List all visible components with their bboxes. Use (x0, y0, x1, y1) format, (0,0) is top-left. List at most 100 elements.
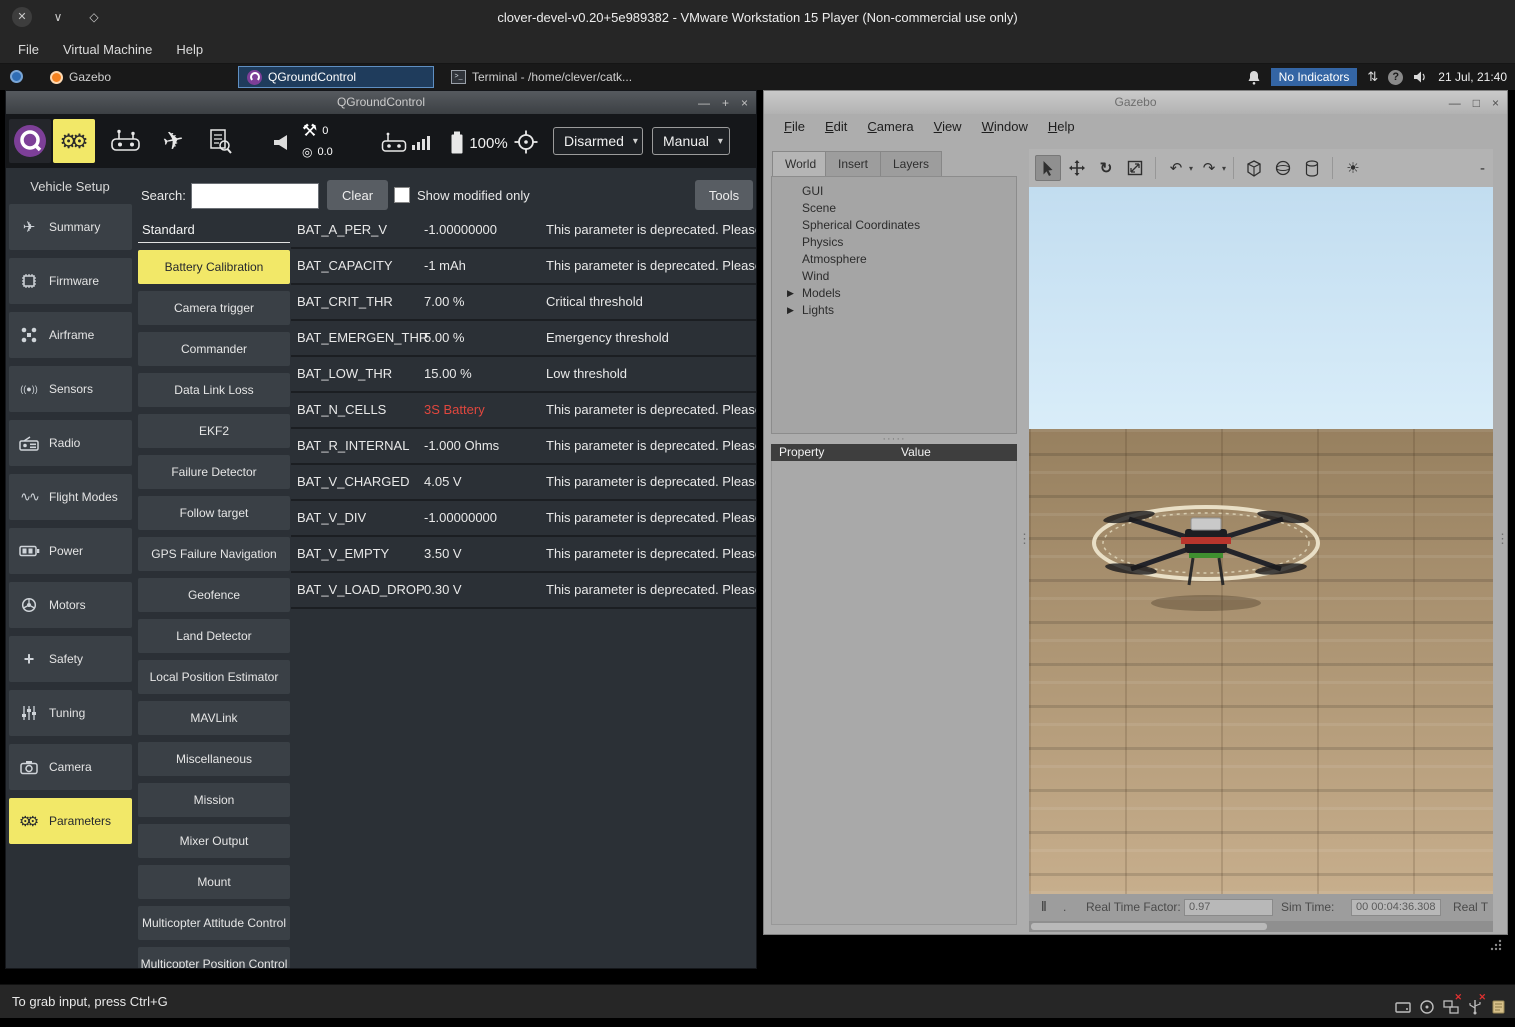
select-tool-button[interactable] (1035, 155, 1061, 181)
tree-item-spherical-coordinates[interactable]: Spherical Coordinates (772, 217, 1016, 234)
menu-camera[interactable]: Camera (857, 114, 923, 140)
insert-sphere-button[interactable] (1270, 155, 1296, 181)
param-group-data-link-loss[interactable]: Data Link Loss (138, 373, 290, 407)
param-group-miscellaneous[interactable]: Miscellaneous (138, 742, 290, 776)
tree-item-lights[interactable]: ▶Lights (772, 302, 1016, 319)
usb-icon[interactable]: ✕ (1467, 994, 1483, 1010)
param-group-camera-trigger[interactable]: Camera trigger (138, 291, 290, 325)
menu-view[interactable]: View (924, 114, 972, 140)
volume-icon[interactable] (1413, 70, 1428, 84)
gazebo-3d-viewport[interactable] (1029, 187, 1493, 894)
rc-rssi-indicator[interactable] (374, 128, 436, 158)
param-row[interactable]: BAT_R_INTERNAL -1.000 Ohms This paramete… (291, 429, 757, 465)
gazebo-titlebar[interactable]: Gazebo — □ × (764, 91, 1507, 114)
hard-disk-icon[interactable] (1395, 994, 1411, 1010)
taskbar-item-qgroundcontrol[interactable]: QGroundControl (238, 66, 434, 88)
param-row[interactable]: BAT_EMERGEN_THR 5.00 % Emergency thresho… (291, 321, 757, 357)
viewport-horizontal-scrollbar[interactable] (1029, 921, 1493, 932)
param-group-follow-target[interactable]: Follow target (138, 496, 290, 530)
armed-state-dropdown[interactable]: Disarmed ▾ (553, 127, 643, 155)
redo-button[interactable]: ↷ (1196, 155, 1222, 181)
param-group-mixer-output[interactable]: Mixer Output (138, 824, 290, 858)
sim-time-value[interactable]: 00 00:04:36.308 (1351, 899, 1441, 916)
tree-item-scene[interactable]: Scene (772, 200, 1016, 217)
param-row[interactable]: BAT_V_DIV -1.00000000 This parameter is … (291, 501, 757, 537)
param-group-geofence[interactable]: Geofence (138, 578, 290, 612)
vehicle-setup-button[interactable]: ⚙⚙ (53, 119, 95, 163)
panel-splitter[interactable]: ····· (771, 435, 1017, 443)
clear-button[interactable]: Clear (327, 180, 388, 210)
clover-drone-model[interactable] (1081, 485, 1331, 620)
pause-button[interactable]: ‖ (1041, 898, 1047, 914)
close-icon[interactable]: × (1492, 96, 1499, 110)
tree-item-wind[interactable]: Wind (772, 268, 1016, 285)
param-group-commander[interactable]: Commander (138, 332, 290, 366)
menu-window[interactable]: Window (972, 114, 1038, 140)
translate-tool-button[interactable] (1064, 155, 1090, 181)
param-row[interactable]: BAT_CAPACITY -1 mAh This parameter is de… (291, 249, 757, 285)
tree-item-models[interactable]: ▶Models (772, 285, 1016, 302)
taskbar-item-gazebo[interactable]: Gazebo (42, 66, 119, 88)
menu-edit[interactable]: Edit (815, 114, 857, 140)
tab-world[interactable]: World (772, 151, 829, 177)
tree-item-atmosphere[interactable]: Atmosphere (772, 251, 1016, 268)
redo-dropdown-caret[interactable]: ▾ (1222, 164, 1226, 173)
param-group-multicopter-attitude-control[interactable]: Multicopter Attitude Control (138, 906, 290, 940)
sidebar-item-camera[interactable]: Camera (9, 744, 132, 790)
insert-light-button[interactable]: ☀ (1340, 155, 1366, 181)
collapse-toolbar-button[interactable]: - (1480, 160, 1485, 177)
maximize-icon[interactable]: + (722, 96, 729, 110)
sidebar-item-motors[interactable]: Motors (9, 582, 132, 628)
sidebar-item-radio[interactable]: Radio (9, 420, 132, 466)
sidebar-item-parameters[interactable]: ⚙⚙ Parameters (9, 798, 132, 844)
param-group-mavlink[interactable]: MAVLink (138, 701, 290, 735)
minimize-icon[interactable]: — (698, 96, 710, 110)
expand-triangle-icon[interactable]: ▶ (787, 302, 794, 319)
resize-grip[interactable] (1489, 938, 1503, 952)
menu-file[interactable]: File (774, 114, 815, 140)
taskbar-item-terminal[interactable]: >_ Terminal - /home/clever/catk... (443, 66, 648, 88)
param-group-battery-calibration[interactable]: Battery Calibration (138, 250, 290, 284)
gps-indicator[interactable] (512, 128, 540, 156)
step-button[interactable]: . (1063, 900, 1066, 914)
param-row[interactable]: BAT_V_LOAD_DROP 0.30 V This parameter is… (291, 573, 757, 609)
menu-help[interactable]: Help (164, 36, 215, 64)
qgc-titlebar[interactable]: QGroundControl — + × (6, 91, 756, 114)
rotate-tool-button[interactable]: ↻ (1093, 155, 1119, 181)
expand-triangle-icon[interactable]: ▶ (787, 285, 794, 302)
bell-icon[interactable] (1247, 70, 1261, 85)
param-group-multicopter-position-control[interactable]: Multicopter Position Control (138, 947, 290, 969)
property-table-body[interactable] (771, 461, 1017, 925)
plan-view-button[interactable] (198, 123, 242, 159)
splitter-handle[interactable]: ⋮ (1018, 536, 1028, 542)
tab-insert[interactable]: Insert (825, 151, 881, 177)
tools-button[interactable]: Tools (695, 180, 753, 210)
close-icon[interactable]: × (741, 96, 748, 110)
clipboard-icon[interactable] (1491, 994, 1507, 1010)
flight-mode-dropdown[interactable]: Manual ▾ (652, 127, 730, 155)
clock[interactable]: 21 Jul, 21:40 (1438, 70, 1507, 84)
scale-tool-button[interactable] (1122, 155, 1148, 181)
no-indicators-badge[interactable]: No Indicators (1271, 68, 1358, 86)
tree-item-physics[interactable]: Physics (772, 234, 1016, 251)
param-group-gps-failure-navigation[interactable]: GPS Failure Navigation (138, 537, 290, 571)
param-row[interactable]: BAT_LOW_THR 15.00 % Low threshold (291, 357, 757, 393)
minimize-icon[interactable]: — (1449, 96, 1461, 110)
scrollbar-thumb[interactable] (1031, 923, 1267, 930)
param-group-mount[interactable]: Mount (138, 865, 290, 899)
cdrom-icon[interactable] (1419, 994, 1435, 1010)
maximize-icon[interactable]: □ (1473, 96, 1480, 110)
real-time-factor-value[interactable]: 0.97 (1184, 899, 1273, 916)
param-group-mission[interactable]: Mission (138, 783, 290, 817)
workspace-icon[interactable] (10, 70, 23, 83)
tab-layers[interactable]: Layers (880, 151, 942, 177)
battery-indicator[interactable]: 100% (443, 128, 515, 158)
sidebar-item-airframe[interactable]: Airframe (9, 312, 132, 358)
insert-box-button[interactable] (1241, 155, 1267, 181)
param-row[interactable]: BAT_CRIT_THR 7.00 % Critical threshold (291, 285, 757, 321)
fly-view-button[interactable]: ✈ (152, 123, 194, 159)
param-group-local-position-estimator[interactable]: Local Position Estimator (138, 660, 290, 694)
param-row[interactable]: BAT_A_PER_V -1.00000000 This parameter i… (291, 213, 757, 249)
param-row[interactable]: BAT_V_CHARGED 4.05 V This parameter is d… (291, 465, 757, 501)
sidebar-item-summary[interactable]: ✈ Summary (9, 204, 132, 250)
